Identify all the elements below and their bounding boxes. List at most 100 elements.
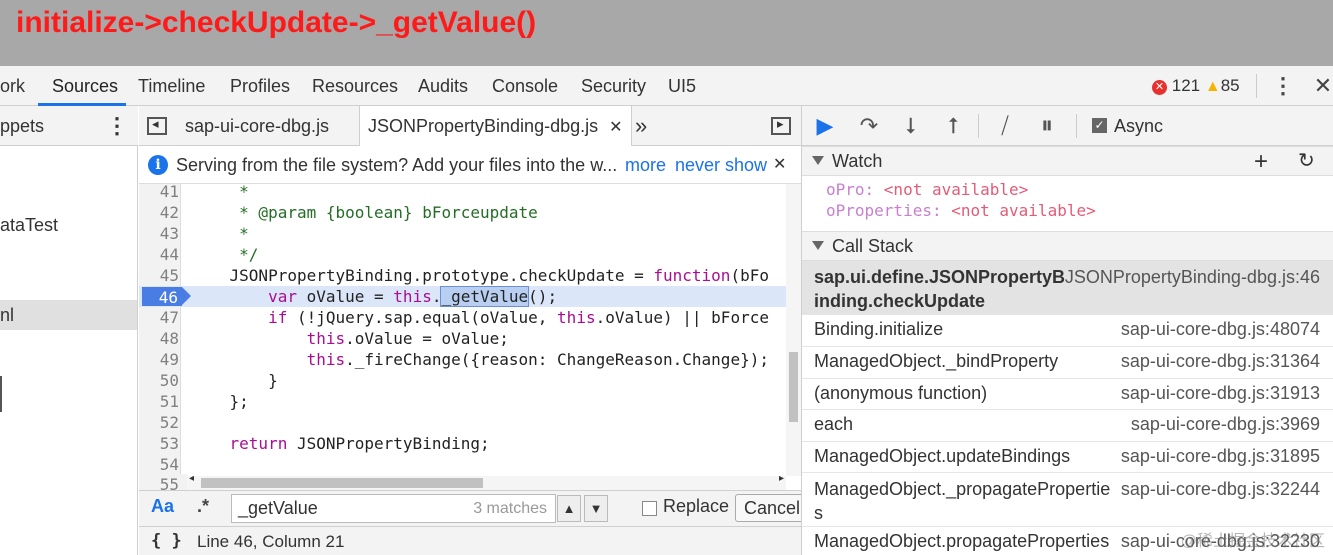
file-tree-item-selected[interactable]: nl xyxy=(0,300,137,330)
code-line-47: if (!jQuery.sap.equal(oValue, this.oValu… xyxy=(268,308,769,327)
more-link[interactable]: more xyxy=(625,146,666,184)
navigator-header: ppets ⋮ xyxy=(0,106,138,146)
replace-checkbox[interactable] xyxy=(642,501,657,516)
close-devtools-icon[interactable]: ✕ xyxy=(1313,66,1333,106)
step-over-icon[interactable]: ↷ xyxy=(854,106,884,146)
navigator-menu-icon[interactable]: ⋮ xyxy=(106,106,128,146)
code-line: 47 if (!jQuery.sap.equal(oValue, this.oV… xyxy=(159,308,769,327)
toggle-debugger-icon[interactable]: ▸ xyxy=(771,116,791,135)
call-frame-location: JSONPropertyBinding-dbg.js:46 xyxy=(1064,267,1320,287)
toggle-navigator-icon[interactable]: ◂ xyxy=(147,116,167,135)
toolbar-divider xyxy=(978,114,979,138)
infobar-message: Serving from the file system? Add your f… xyxy=(176,155,618,175)
vertical-scroll-thumb[interactable] xyxy=(789,352,798,422)
file-tree-item[interactable]: ataTest xyxy=(0,210,58,240)
code-line: 52 xyxy=(159,413,179,432)
refresh-watch-icon[interactable]: ↻ xyxy=(1298,147,1315,176)
find-bar: Aa .* _getValue 3 matches ▲ ▼ Replace Ca… xyxy=(139,490,810,526)
find-input[interactable]: _getValue 3 matches xyxy=(231,494,556,523)
async-checkbox[interactable]: ✓ xyxy=(1092,118,1107,133)
filesystem-infobar: i Serving from the file system? Add your… xyxy=(139,146,801,184)
call-frame-location: sap-ui-core-dbg.js:31364 xyxy=(1120,351,1320,371)
watch-title: Watch xyxy=(832,151,883,171)
tab-sources[interactable]: Sources xyxy=(52,66,118,106)
deactivate-breakpoints-icon[interactable]: ⧸ xyxy=(990,106,1020,146)
regex-toggle[interactable]: .* xyxy=(197,496,209,517)
expand-triangle-icon xyxy=(812,241,824,250)
call-frame-function: Binding.initialize xyxy=(814,319,944,339)
tab-profiles[interactable]: Profiles xyxy=(230,66,290,106)
code-line-46: var oValue = this._getValue(); xyxy=(268,286,558,307)
find-previous-button[interactable]: ▲ xyxy=(557,495,581,522)
pane-resize-handle[interactable] xyxy=(0,376,2,412)
call-frame[interactable]: ManagedObject._bindProperty sap-ui-core-… xyxy=(802,347,1333,379)
call-frame[interactable]: each sap-ui-core-dbg.js:3969 xyxy=(802,410,1333,442)
code-line: 44 */ xyxy=(159,245,259,264)
call-frame[interactable]: (anonymous function) sap-ui-core-dbg.js:… xyxy=(802,379,1333,410)
error-count: 121 xyxy=(1171,76,1201,95)
call-frame-function: ManagedObject.updateBindings xyxy=(814,446,1071,466)
error-warning-counter[interactable]: ✕ 121 ▲85 xyxy=(1152,66,1240,106)
editor-tab-label: JSONPropertyBinding-dbg.js xyxy=(368,116,599,136)
call-frame-location: sap-ui-core-dbg.js:31913 xyxy=(1120,383,1320,403)
editor-status-bar: { } Line 46, Column 21 xyxy=(139,526,801,555)
call-frame[interactable]: ManagedObject.updateBindings sap-ui-core… xyxy=(802,442,1333,473)
call-stack-section-header[interactable]: Call Stack xyxy=(802,231,1333,261)
tab-console[interactable]: Console xyxy=(492,66,558,106)
editor-tab-sap-ui-core[interactable]: sap-ui-core-dbg.js xyxy=(185,106,329,146)
step-out-icon[interactable]: ⭡ xyxy=(938,106,968,146)
scroll-left-icon[interactable]: ◂ xyxy=(189,473,194,484)
watch-expression[interactable]: oProperties: <not available> xyxy=(826,201,1096,220)
navigator-pane: ppets ⋮ ataTest nl xyxy=(0,106,138,555)
editor-tab-jsonpropertybinding[interactable]: JSONPropertyBinding-dbg.js ✕ xyxy=(359,106,632,147)
close-infobar-icon[interactable]: ✕ xyxy=(773,146,786,184)
watch-section-header[interactable]: Watch + ↻ xyxy=(802,146,1333,176)
add-watch-icon[interactable]: + xyxy=(1254,147,1268,176)
code-line: 48 this.oValue = oValue; xyxy=(159,329,509,348)
match-case-toggle[interactable]: Aa xyxy=(151,496,174,517)
tab-resources[interactable]: Resources xyxy=(312,66,398,106)
expand-triangle-icon xyxy=(812,156,824,165)
pause-on-exceptions-icon[interactable]: ⏸ xyxy=(1032,106,1062,146)
editor-tab-bar: ◂ sap-ui-core-dbg.js JSONPropertyBinding… xyxy=(139,106,801,147)
never-show-link[interactable]: never show xyxy=(675,146,767,184)
code-line: 51 }; xyxy=(159,392,249,411)
vertical-scrollbar[interactable] xyxy=(786,184,801,476)
call-frame-function: ManagedObject.propagateProperties xyxy=(814,531,1110,551)
close-tab-icon[interactable]: ✕ xyxy=(609,119,622,136)
call-frame[interactable]: Binding.initialize sap-ui-core-dbg.js:48… xyxy=(802,315,1333,347)
watch-expression[interactable]: oPro: <not available> xyxy=(826,180,1028,199)
pretty-print-icon[interactable]: { } xyxy=(151,527,182,555)
horizontal-scroll-thumb[interactable] xyxy=(201,478,483,488)
more-tabs-icon[interactable]: » xyxy=(635,106,647,146)
tab-ui5[interactable]: UI5 xyxy=(668,66,696,106)
tab-network[interactable]: ork xyxy=(0,66,25,106)
code-area[interactable]: 41 * 42 * @param {boolean} bForceupdate … xyxy=(139,184,786,476)
watermark: @稀土掘金技术社区 xyxy=(1180,533,1325,550)
more-options-icon[interactable]: ⋮ xyxy=(1272,66,1294,106)
scroll-right-icon[interactable]: ▸ xyxy=(779,473,784,484)
execution-line: 46 var oValue = this._getValue(); xyxy=(139,286,786,307)
call-frame-location: sap-ui-core-dbg.js:48074 xyxy=(1120,319,1320,339)
find-next-button[interactable]: ▼ xyxy=(584,495,608,522)
call-frame[interactable]: ManagedObject._propagatePropertie s sap-u… xyxy=(802,473,1333,527)
tab-timeline[interactable]: Timeline xyxy=(138,66,205,106)
navigator-tab-snippets[interactable]: ppets xyxy=(0,106,44,146)
debugger-toolbar: ▶ ↷ ⭣ ⭡ ⧸ ⏸ ✓ Async xyxy=(802,106,1333,146)
code-line-45: JSONPropertyBinding.prototype.checkUpdat… xyxy=(191,266,769,285)
cancel-find-button[interactable]: Cancel xyxy=(735,494,810,522)
call-frame-location: sap-ui-core-dbg.js:3969 xyxy=(1130,414,1320,434)
call-frame-function: each xyxy=(814,414,854,434)
breakpoint-marker[interactable]: 46 xyxy=(142,287,191,307)
tab-audits[interactable]: Audits xyxy=(418,66,468,106)
code-line: 54 xyxy=(159,455,179,474)
step-into-icon[interactable]: ⭣ xyxy=(896,106,926,146)
annotation-banner: initialize->checkUpdate->_getValue() xyxy=(0,0,1333,66)
call-frame-function: sap.ui.define.JSONPropertyB inding.checkU… xyxy=(814,267,1066,311)
resume-icon[interactable]: ▶ xyxy=(810,106,840,146)
horizontal-scrollbar[interactable]: ◂ ▸ xyxy=(187,473,786,490)
call-frame-function: ManagedObject._propagatePropertie s xyxy=(814,479,1111,523)
tab-security[interactable]: Security xyxy=(581,66,646,106)
call-frame-location: sap-ui-core-dbg.js:32244 xyxy=(1120,479,1320,499)
call-frame-selected[interactable]: sap.ui.define.JSONPropertyB inding.checkU… xyxy=(802,261,1333,315)
